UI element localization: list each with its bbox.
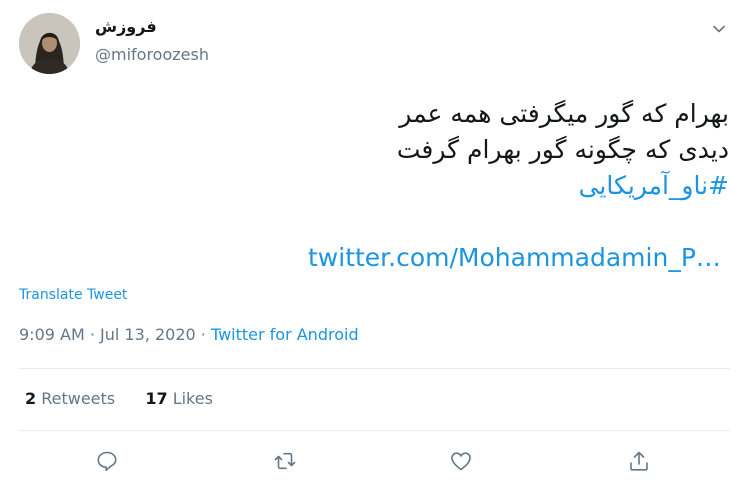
meta-separator: ·: [84, 325, 101, 344]
tweet-line-1: بهرام که گور میگرفتی همه عمر: [399, 99, 729, 128]
tweet-source-link[interactable]: Twitter for Android: [211, 325, 359, 344]
tweet-stats: 2 Retweets 17 Likes: [25, 389, 213, 408]
reply-button[interactable]: [93, 447, 121, 475]
share-button[interactable]: [625, 447, 653, 475]
heart-icon: [451, 452, 471, 471]
more-options-button[interactable]: [707, 17, 731, 41]
retweets-count: 2: [25, 389, 37, 408]
likes-count: 17: [145, 389, 168, 408]
retweet-button[interactable]: [271, 447, 299, 475]
hashtag-link[interactable]: #ناو_آمریکایی: [579, 171, 729, 200]
action-bar: [0, 447, 749, 475]
divider: [19, 430, 730, 431]
meta-separator: ·: [195, 325, 211, 344]
retweets-label: Retweets: [41, 389, 116, 408]
retweet-icon: [274, 452, 296, 470]
translate-tweet-link[interactable]: Translate Tweet: [19, 287, 127, 303]
user-handle[interactable]: @miforoozesh: [95, 45, 209, 64]
chevron-down-icon: [713, 25, 725, 33]
like-button[interactable]: [447, 447, 475, 475]
display-name[interactable]: فروزش: [95, 17, 157, 36]
likes-label: Likes: [172, 389, 213, 408]
tweet-line-2: دیدی که چگونه گور بهرام گرفت: [396, 135, 729, 164]
tweet-url-link[interactable]: twitter.com/Mohammadamin_P…: [308, 243, 721, 272]
divider: [19, 368, 730, 369]
tweet-time[interactable]: 9:09 AM: [19, 325, 85, 344]
avatar-image: [19, 13, 80, 74]
reply-icon: [97, 451, 117, 471]
avatar[interactable]: [19, 13, 80, 74]
retweets-stat[interactable]: 2 Retweets: [25, 389, 115, 408]
tweet-text: بهرام که گور میگرفتی همه عمر دیدی که چگو…: [39, 96, 729, 204]
likes-stat[interactable]: 17 Likes: [145, 389, 213, 408]
tweet-metadata: 9:09 AM · Jul 13, 2020 · Twitter for And…: [19, 325, 359, 344]
share-icon: [630, 451, 648, 471]
tweet-date[interactable]: Jul 13, 2020: [100, 325, 196, 344]
